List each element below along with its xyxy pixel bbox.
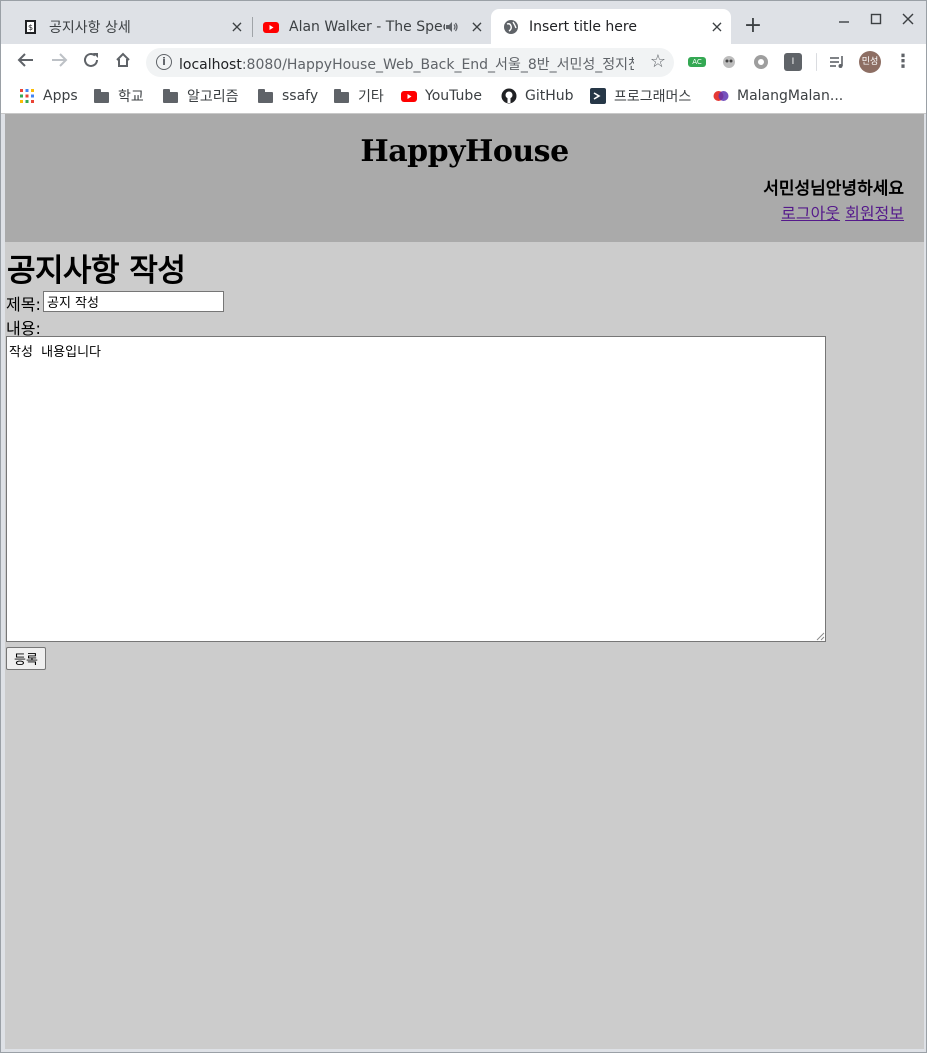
bookmark-label: YouTube (425, 88, 482, 104)
member-info-link[interactable]: 회원정보 (845, 204, 904, 223)
bookmarks-bar: Apps 학교 알고리즘 ssafy 기타 YouTube GitHub 프로그… (1, 80, 926, 114)
tab-active-insert-title[interactable]: Insert title here × (491, 9, 731, 44)
logout-link[interactable]: 로그아웃 (781, 204, 840, 223)
youtube-icon (263, 21, 279, 33)
bookmark-programmers[interactable]: 프로그래머스 (590, 86, 691, 106)
bookmark-malang[interactable]: MalangMalan... (713, 86, 843, 106)
bookmark-github[interactable]: GitHub (501, 86, 574, 106)
media-queue-icon[interactable] (828, 53, 846, 71)
page-content: HappyHouse 서민성님안녕하세요 로그아웃 회원정보 공지사항 작성 제… (5, 114, 924, 1049)
tab-notice-detail[interactable]: $ 공지사항 상세 × (1, 9, 251, 44)
home-icon[interactable] (111, 50, 135, 74)
site-header: HappyHouse 서민성님안녕하세요 로그아웃 회원정보 (5, 114, 924, 242)
new-tab-button[interactable]: + (742, 15, 764, 38)
resize-grip-icon[interactable] (816, 632, 825, 641)
speaker-icon[interactable] (445, 20, 459, 34)
page-heading: 공지사항 작성 (7, 253, 186, 289)
extension-face-icon[interactable] (720, 53, 738, 71)
tab-strip: $ 공지사항 상세 × Alan Walker - The Spec × Ins… (1, 1, 926, 44)
bookmark-label: 알고리즘 (187, 89, 239, 105)
extension-i-icon[interactable]: I (784, 53, 802, 71)
github-icon (501, 88, 517, 104)
malang-icon (713, 91, 729, 101)
address-bar[interactable]: i localhost:8080/HappyHouse_Web_Back_End… (146, 48, 674, 77)
browser-window: $ 공지사항 상세 × Alan Walker - The Spec × Ins… (0, 0, 927, 1053)
reload-icon[interactable] (79, 50, 103, 74)
bookmark-folder-etc[interactable]: 기타 (334, 86, 384, 106)
bookmark-folder-algorithm[interactable]: 알고리즘 (163, 86, 239, 106)
bookmark-apps[interactable]: Apps (19, 86, 78, 106)
bookmark-folder-school[interactable]: 학교 (94, 86, 144, 106)
content-textarea[interactable]: 작성 내용입니다 (6, 336, 826, 642)
extension-ac-icon[interactable]: AC (688, 57, 706, 67)
site-info-icon[interactable]: i (156, 54, 172, 70)
url-host: localhost (179, 57, 242, 73)
title-input[interactable] (43, 291, 224, 312)
user-links: 로그아웃 회원정보 (781, 200, 904, 224)
bookmark-label: GitHub (525, 88, 574, 104)
window-close-icon[interactable] (897, 11, 919, 33)
maximize-icon[interactable] (865, 11, 887, 33)
browser-menu-icon[interactable]: ⋮ (894, 51, 912, 73)
bookmark-star-icon[interactable]: ☆ (650, 51, 666, 72)
user-greeting: 서민성님안녕하세요 (763, 179, 904, 199)
folder-icon (94, 88, 110, 104)
profile-avatar[interactable]: 민성 (859, 51, 881, 73)
programmers-icon (590, 88, 606, 104)
bookmark-label: MalangMalan... (737, 88, 844, 104)
folder-icon (163, 88, 179, 104)
minimize-icon[interactable] (833, 11, 855, 33)
bookmark-label: 학교 (118, 89, 144, 105)
bookmark-youtube[interactable]: YouTube (401, 86, 482, 106)
bookmark-label: 기타 (358, 89, 384, 105)
folder-icon (334, 88, 350, 104)
toolbar-divider (816, 53, 817, 71)
tab-close-icon[interactable]: × (467, 17, 487, 37)
globe-icon (504, 19, 518, 34)
bookmark-label: Apps (43, 88, 78, 104)
folder-icon (258, 88, 274, 104)
youtube-icon (401, 91, 417, 102)
page-favicon-icon: $ (25, 19, 36, 34)
url-text[interactable]: localhost:8080/HappyHouse_Web_Back_End_서… (179, 54, 634, 74)
title-label: 제목: (6, 295, 41, 314)
tab-close-icon[interactable]: × (707, 17, 727, 37)
url-path: :8080/HappyHouse_Web_Back_End_서울_8반_서민성_… (241, 57, 634, 73)
extension-github-icon[interactable] (752, 53, 770, 71)
browser-toolbar: i localhost:8080/HappyHouse_Web_Back_End… (1, 44, 926, 80)
tab-title: 공지사항 상세 (49, 19, 131, 36)
site-title: HappyHouse (360, 134, 569, 169)
apps-grid-icon (20, 89, 34, 103)
svg-text:$: $ (28, 23, 33, 32)
tab-title: Insert title here (529, 18, 637, 35)
submit-button[interactable]: 등록 (6, 647, 46, 670)
tab-title: Alan Walker - The Spec (289, 18, 445, 35)
forward-arrow-icon[interactable] (47, 50, 71, 74)
bookmark-label: ssafy (282, 88, 319, 104)
bookmark-folder-ssafy[interactable]: ssafy (258, 86, 318, 106)
tab-youtube[interactable]: Alan Walker - The Spec × (241, 9, 491, 44)
back-arrow-icon[interactable] (14, 50, 38, 74)
bookmark-label: 프로그래머스 (614, 89, 692, 105)
